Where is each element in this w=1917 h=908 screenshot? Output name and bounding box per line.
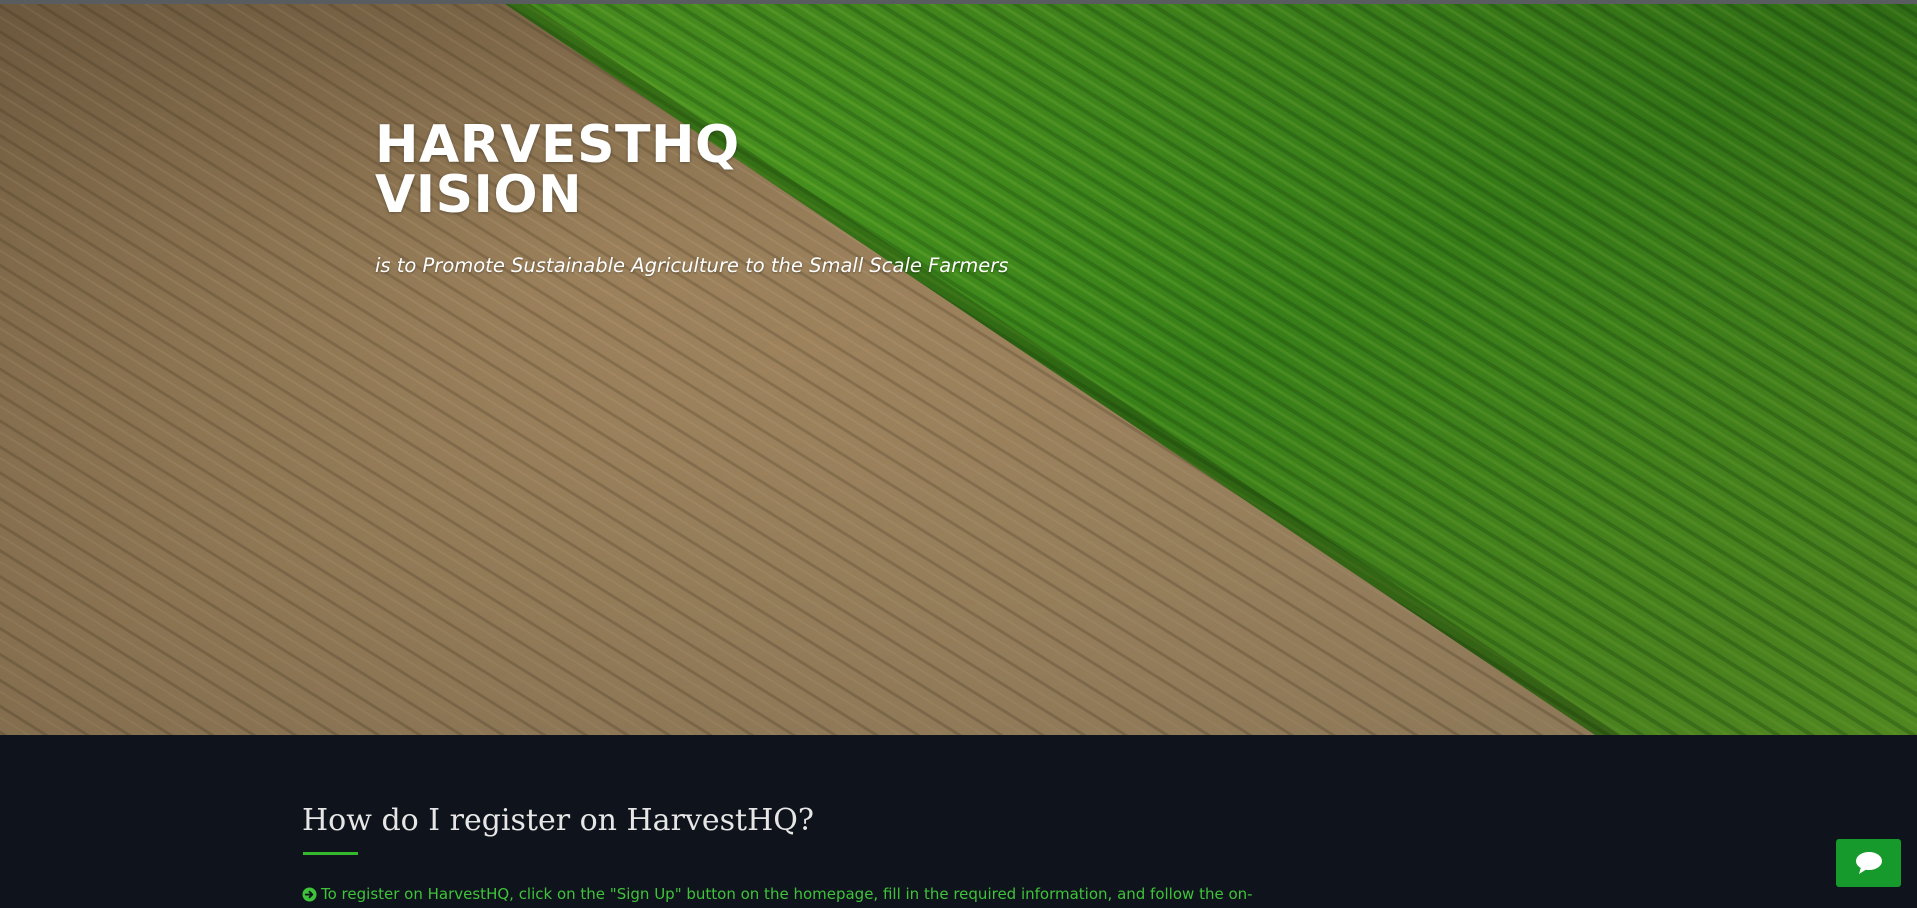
faq-answer: To register on HarvestHQ, click on the "… [302, 885, 1253, 903]
faq-section: How do I register on HarvestHQ? To regis… [0, 735, 1917, 908]
faq-answer-text: To register on HarvestHQ, click on the "… [321, 885, 1253, 903]
hero-banner: HARVESTHQ VISION is to Promote Sustainab… [0, 4, 1917, 735]
faq-question[interactable]: How do I register on HarvestHQ? [302, 803, 814, 838]
hero-title: HARVESTHQ VISION [375, 115, 740, 225]
chat-bubble-icon [1855, 852, 1882, 874]
hero-field-image [0, 4, 1917, 735]
hero-title-line2: VISION [375, 165, 583, 225]
chat-button[interactable] [1836, 839, 1901, 887]
faq-underline [303, 852, 358, 855]
hero-subtitle: is to Promote Sustainable Agriculture to… [375, 254, 1009, 277]
hero-title-line1: HARVESTHQ [375, 115, 740, 175]
arrow-circle-right-icon [302, 886, 317, 902]
